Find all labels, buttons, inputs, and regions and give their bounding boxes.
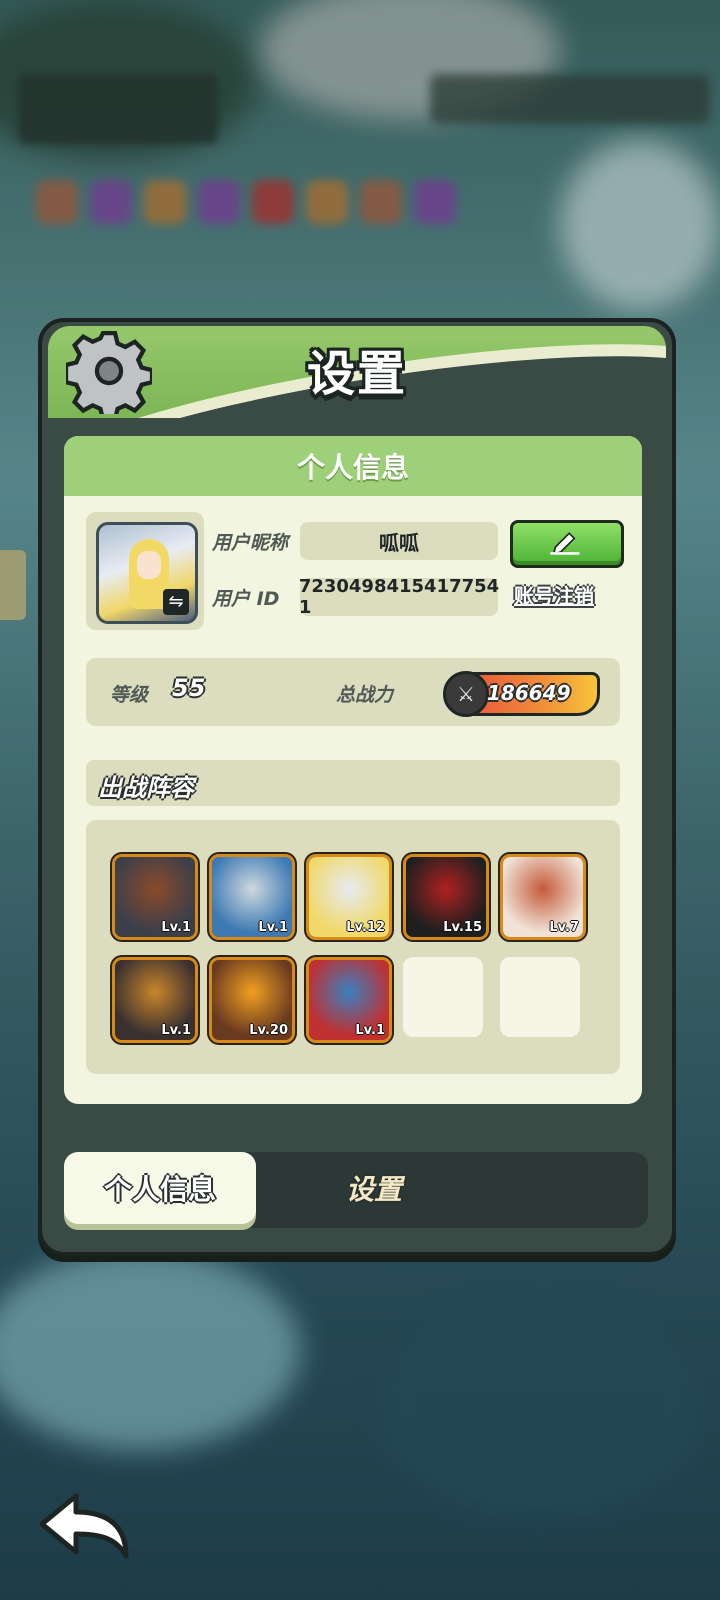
panel-title: 设置 xyxy=(306,346,407,402)
nickname-field: 呱呱 xyxy=(300,522,498,560)
power-badge: ⚔ 186649 xyxy=(443,671,600,717)
hero-slot[interactable]: Lv.1 xyxy=(306,957,392,1043)
hero-slot[interactable]: Lv.12 xyxy=(306,854,392,940)
profile-card-title: 个人信息 xyxy=(296,451,409,484)
tab-bar: 个人信息 设置 xyxy=(64,1152,648,1228)
swap-icon[interactable]: ⇋ xyxy=(163,589,189,615)
game-screen: 设置 个人信息 ⇋ 用户昵称 呱呱 用户 ID 7230498415417754… xyxy=(0,0,720,1600)
power-value: 186649 xyxy=(487,681,571,705)
hero-slot[interactable]: Lv.1 xyxy=(112,957,198,1043)
delete-account-link[interactable]: 账号注销 xyxy=(514,580,594,609)
hero-level: Lv.1 xyxy=(258,920,288,935)
profile-card: 个人信息 ⇋ 用户昵称 呱呱 用户 ID 7230498415417754 1 … xyxy=(64,436,642,1104)
lineup-title: 出战阵容 xyxy=(98,774,194,802)
hero-level: Lv.1 xyxy=(161,920,191,935)
avatar[interactable]: ⇋ xyxy=(96,522,198,624)
hero-level: Lv.20 xyxy=(249,1023,288,1038)
hero-slot[interactable]: Lv.1 xyxy=(209,854,295,940)
hero-slot[interactable]: Lv.7 xyxy=(500,854,586,940)
settings-panel: 设置 个人信息 ⇋ 用户昵称 呱呱 用户 ID 7230498415417754… xyxy=(38,318,676,1256)
panel-header: 设置 xyxy=(48,326,666,418)
user-id-label: 用户 ID xyxy=(212,588,280,610)
tab-settings[interactable]: 设置 xyxy=(264,1152,484,1224)
hero-level: Lv.1 xyxy=(161,1023,191,1038)
hero-slot[interactable]: Lv.20 xyxy=(209,957,295,1043)
hero-slot[interactable]: Lv.15 xyxy=(403,854,489,940)
user-id-field: 7230498415417754 1 xyxy=(298,576,500,618)
hero-level: Lv.12 xyxy=(346,920,385,935)
hero-slot[interactable]: Lv.1 xyxy=(112,854,198,940)
power-label: 总战力 xyxy=(336,684,394,706)
hero-level: Lv.7 xyxy=(549,920,579,935)
empty-hero-slot[interactable] xyxy=(403,957,483,1037)
edit-nickname-button[interactable] xyxy=(510,520,624,568)
level-label: 等级 xyxy=(110,684,149,706)
nickname-label: 用户昵称 xyxy=(212,532,289,554)
hero-level: Lv.1 xyxy=(355,1023,385,1038)
level-value: 55 xyxy=(172,674,206,702)
lineup-grid: Lv.1 Lv.1 Lv.12 Lv.15 Lv.7 Lv.1 Lv.20 Lv.1 xyxy=(86,820,620,1074)
lineup-header: 出战阵容 xyxy=(86,760,620,806)
profile-card-header: 个人信息 xyxy=(64,436,642,496)
avatar-frame[interactable]: ⇋ xyxy=(86,512,204,630)
pencil-icon xyxy=(550,532,580,556)
tab-profile[interactable]: 个人信息 xyxy=(64,1152,256,1224)
swords-icon: ⚔ xyxy=(443,671,489,717)
back-arrow-icon[interactable] xyxy=(36,1490,132,1562)
stats-bar: 等级 55 总战力 ⚔ 186649 xyxy=(86,658,620,726)
hero-level: Lv.15 xyxy=(443,920,482,935)
empty-hero-slot[interactable] xyxy=(500,957,580,1037)
